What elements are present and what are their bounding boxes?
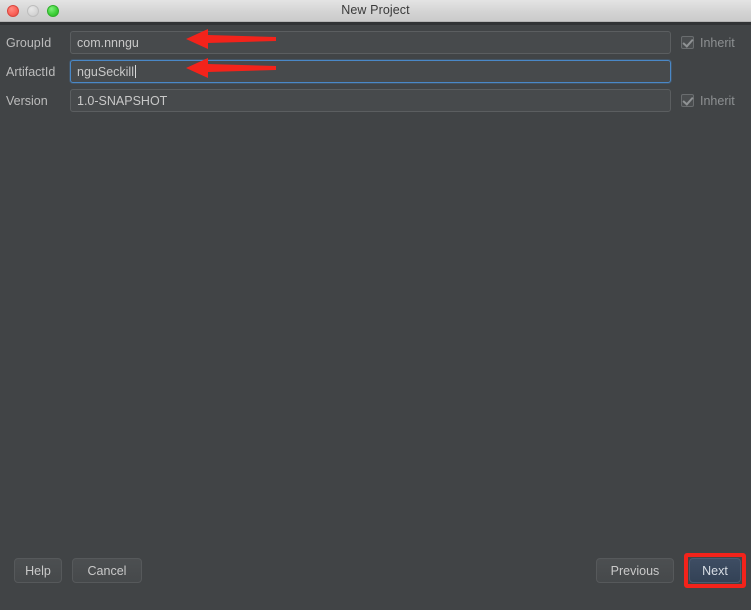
version-input[interactable]: 1.0-SNAPSHOT — [70, 89, 671, 112]
groupid-input[interactable]: com.nnngu — [70, 31, 671, 54]
groupid-label: GroupId — [6, 35, 52, 50]
artifactid-input[interactable]: nguSeckill — [70, 60, 671, 83]
version-inherit-label: Inherit — [700, 93, 735, 108]
dialog-content: GroupId com.nnngu Inherit ArtifactId ngu… — [0, 25, 751, 590]
dialog-footer: Help Cancel Previous Next — [0, 545, 751, 590]
window-controls — [7, 0, 59, 21]
help-button[interactable]: Help — [14, 558, 62, 583]
groupid-inherit-label: Inherit — [700, 35, 735, 50]
groupid-value: com.nnngu — [77, 35, 139, 50]
version-value: 1.0-SNAPSHOT — [77, 93, 168, 108]
artifactid-value: nguSeckill — [77, 64, 134, 79]
groupid-inherit-checkbox[interactable] — [681, 36, 694, 49]
title-bar: New Project — [0, 0, 751, 22]
form-row-groupid: GroupId com.nnngu Inherit — [0, 31, 751, 54]
groupid-inherit-group[interactable]: Inherit — [681, 36, 735, 50]
version-inherit-checkbox[interactable] — [681, 94, 694, 107]
previous-button[interactable]: Previous — [596, 558, 674, 583]
window-title: New Project — [341, 3, 410, 17]
form-row-version: Version 1.0-SNAPSHOT Inherit — [0, 89, 751, 112]
minimize-window-button[interactable] — [27, 4, 39, 17]
version-label: Version — [6, 93, 48, 108]
cancel-button[interactable]: Cancel — [72, 558, 142, 583]
artifactid-label: ArtifactId — [6, 64, 56, 79]
new-project-dialog: New Project GroupId com.nnngu Inherit Ar… — [0, 0, 751, 610]
close-window-button[interactable] — [7, 4, 19, 17]
maximize-window-button[interactable] — [47, 4, 59, 17]
next-button[interactable]: Next — [689, 558, 741, 583]
text-caret — [134, 65, 136, 78]
form-row-artifactid: ArtifactId nguSeckill — [0, 60, 751, 83]
version-inherit-group[interactable]: Inherit — [681, 94, 735, 108]
